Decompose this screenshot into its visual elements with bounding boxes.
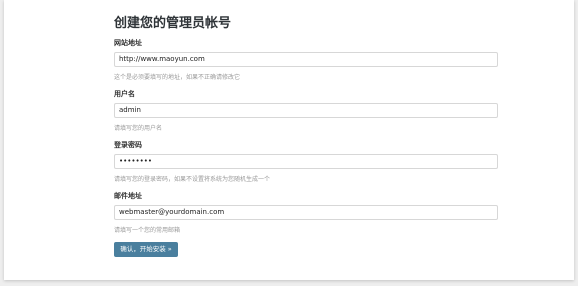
email-label: 邮件地址 xyxy=(114,192,142,200)
site-url-label: 网站地址 xyxy=(114,39,142,47)
password-label: 登录密码 xyxy=(114,141,142,149)
site-url-input[interactable]: http://www.maoyun.com xyxy=(114,52,498,67)
username-label: 用户名 xyxy=(114,90,135,98)
username-hint: 请填写您的用户名 xyxy=(114,125,163,132)
username-input[interactable]: admin xyxy=(114,103,498,118)
site-url-hint: 这个是必须要填写的地址，如果不正确请修改它 xyxy=(114,74,241,81)
password-hint: 请填写您的登录密码，如果不设置将系统为您随机生成一个 xyxy=(114,176,271,183)
install-panel: 创建您的管理员帐号 网站地址 http://www.maoyun.com 这个是… xyxy=(4,0,574,280)
email-input[interactable]: webmaster@yourdomain.com xyxy=(114,205,498,220)
password-input[interactable]: •••••••• xyxy=(114,154,498,169)
page-title: 创建您的管理员帐号 xyxy=(114,16,232,31)
submit-install-button[interactable]: 确认，开始安装 » xyxy=(114,242,178,257)
email-hint: 请填写一个您的常用邮箱 xyxy=(114,227,181,234)
